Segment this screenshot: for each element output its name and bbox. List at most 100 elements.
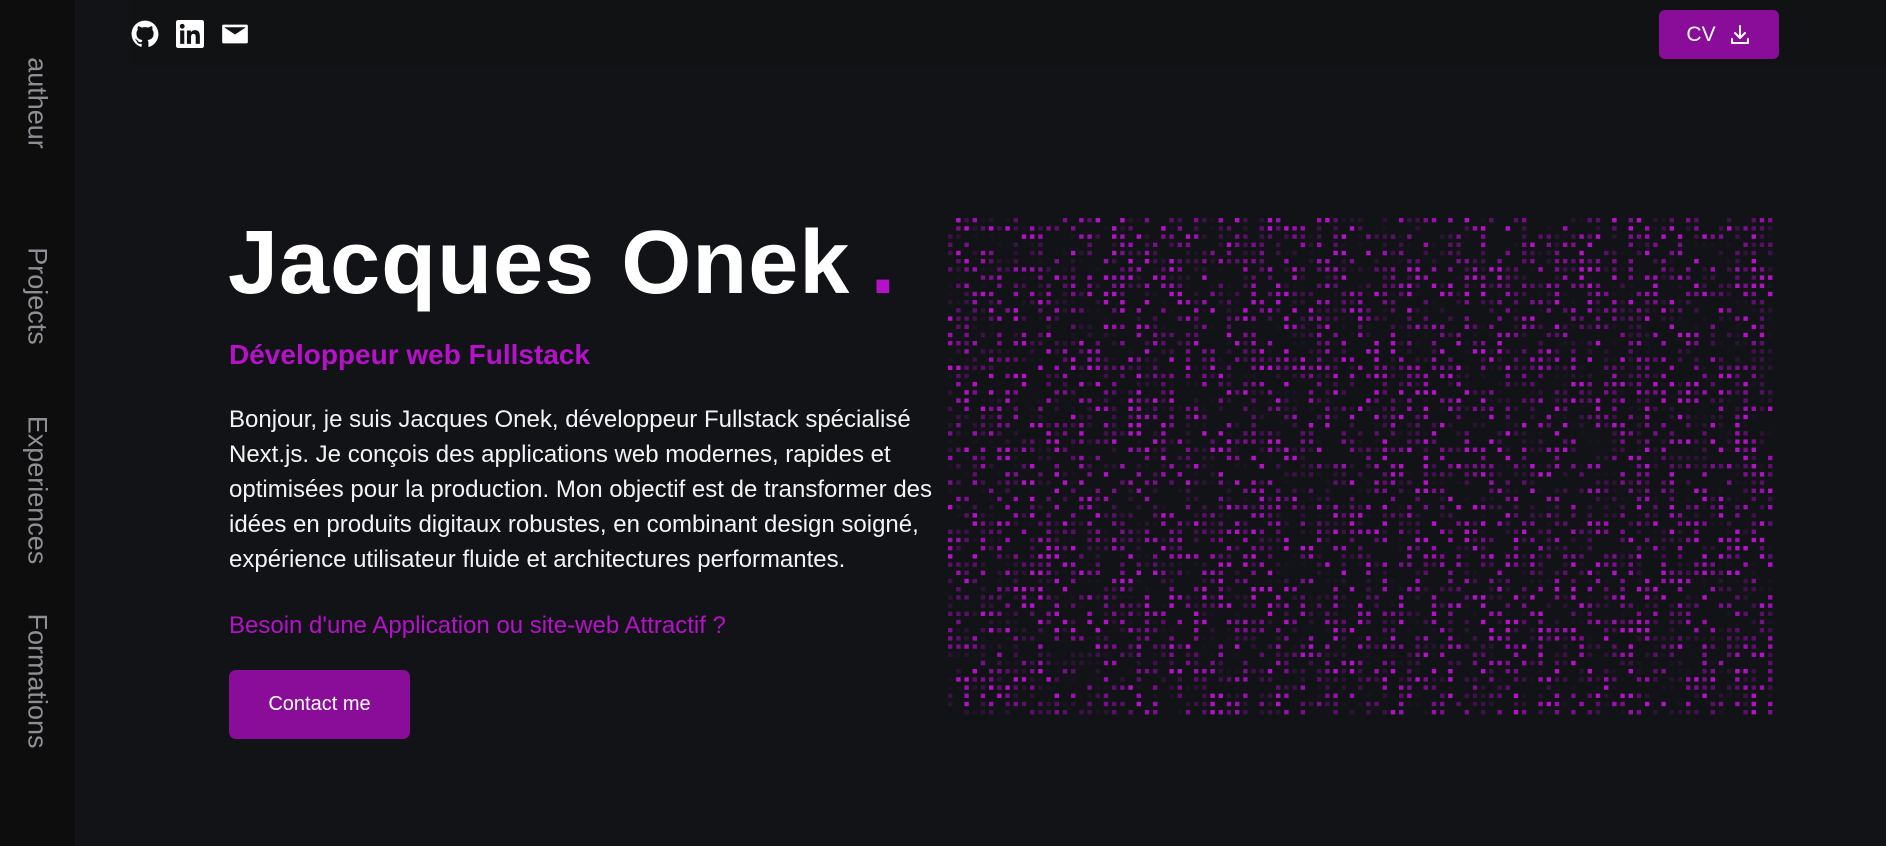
matrix-pixel	[1226, 562, 1232, 567]
sidebar-item-formations[interactable]: Formations	[22, 613, 53, 748]
matrix-pixel	[1046, 332, 1051, 338]
matrix-pixel	[1571, 242, 1576, 247]
linkedin-icon[interactable]	[175, 19, 205, 49]
matrix-pixel	[1431, 341, 1437, 346]
cta-link[interactable]: Besoin d'une Application ou site-web Att…	[229, 612, 726, 640]
matrix-pixel	[989, 218, 994, 223]
matrix-pixel	[1563, 267, 1568, 272]
matrix-pixel	[1161, 300, 1166, 305]
matrix-pixel	[1374, 349, 1379, 354]
matrix-pixel	[1620, 619, 1625, 625]
matrix-pixel	[1415, 308, 1420, 313]
matrix-pixel	[1579, 619, 1584, 625]
matrix-pixel	[1579, 636, 1584, 641]
matrix-pixel	[1292, 390, 1297, 395]
mail-icon[interactable]	[220, 19, 250, 49]
matrix-pixel	[1620, 250, 1625, 256]
cv-download-button[interactable]: CV	[1659, 10, 1779, 59]
matrix-pixel	[1185, 488, 1191, 493]
matrix-pixel	[1202, 710, 1207, 715]
matrix-pixel	[1259, 562, 1264, 567]
matrix-pixel	[1694, 291, 1699, 297]
matrix-pixel	[1276, 521, 1281, 526]
matrix-pixel	[1235, 595, 1240, 600]
matrix-pixel	[1595, 529, 1601, 534]
matrix-pixel	[1743, 464, 1748, 469]
matrix-pixel	[1136, 660, 1141, 666]
matrix-pixel	[1636, 611, 1642, 616]
matrix-pixel	[1464, 578, 1469, 584]
matrix-pixel	[1546, 234, 1551, 239]
matrix-pixel	[1415, 218, 1420, 223]
matrix-pixel	[964, 242, 969, 247]
matrix-pixel	[1604, 365, 1609, 370]
matrix-pixel	[1366, 332, 1371, 338]
matrix-pixel	[1481, 447, 1486, 452]
matrix-pixel	[1513, 677, 1519, 682]
matrix-pixel	[1571, 595, 1576, 600]
sidebar-item-autheur[interactable]: autheur	[22, 57, 53, 149]
matrix-pixel	[1308, 603, 1314, 608]
matrix-pixel	[1620, 513, 1625, 518]
contact-button[interactable]: Contact me	[229, 670, 410, 739]
matrix-pixel	[1382, 373, 1387, 379]
matrix-pixel	[1472, 406, 1478, 411]
matrix-pixel	[1456, 480, 1461, 485]
matrix-pixel	[948, 267, 953, 272]
matrix-pixel	[989, 275, 994, 280]
matrix-pixel	[972, 291, 977, 297]
matrix-pixel	[989, 619, 994, 625]
matrix-pixel	[1456, 505, 1461, 510]
matrix-pixel	[1751, 414, 1756, 420]
matrix-pixel	[1267, 496, 1273, 502]
matrix-pixel	[1759, 349, 1765, 354]
matrix-pixel	[1153, 505, 1158, 510]
matrix-pixel	[964, 365, 969, 370]
matrix-pixel	[1071, 472, 1076, 477]
matrix-pixel	[1243, 349, 1248, 354]
matrix-pixel	[1333, 693, 1338, 698]
github-icon[interactable]	[130, 19, 160, 49]
matrix-pixel	[1202, 259, 1207, 264]
matrix-pixel	[1686, 341, 1691, 346]
matrix-pixel	[1013, 259, 1018, 264]
matrix-pixel	[1054, 316, 1059, 321]
matrix-pixel	[1103, 685, 1109, 690]
matrix-pixel	[1308, 554, 1314, 559]
matrix-pixel	[1071, 234, 1076, 239]
matrix-pixel	[989, 669, 994, 674]
matrix-pixel	[1333, 587, 1338, 592]
matrix-pixel	[1243, 529, 1248, 534]
matrix-pixel	[1005, 398, 1010, 403]
sidebar-item-experiences[interactable]: Experiences	[22, 416, 53, 565]
matrix-pixel	[1538, 669, 1543, 674]
matrix-pixel	[1251, 546, 1256, 551]
matrix-pixel	[1530, 398, 1535, 403]
matrix-pixel	[1210, 636, 1215, 641]
matrix-pixel	[1587, 529, 1592, 534]
matrix-pixel	[1144, 259, 1150, 264]
matrix-pixel	[1341, 701, 1346, 707]
matrix-pixel	[997, 529, 1002, 534]
matrix-pixel	[948, 464, 953, 469]
matrix-pixel	[1735, 275, 1740, 280]
matrix-pixel	[1366, 455, 1371, 461]
matrix-pixel	[1153, 701, 1158, 707]
matrix-pixel	[1177, 488, 1182, 493]
matrix-pixel	[1472, 660, 1478, 666]
matrix-pixel	[1530, 521, 1535, 526]
matrix-pixel	[1210, 628, 1215, 633]
matrix-pixel	[1489, 660, 1494, 666]
sidebar-item-projects[interactable]: Projects	[22, 247, 53, 345]
matrix-pixel	[1751, 447, 1756, 452]
matrix-pixel	[1038, 628, 1043, 633]
matrix-pixel	[1735, 226, 1740, 231]
matrix-pixel	[989, 677, 994, 682]
matrix-pixel	[1554, 628, 1560, 633]
matrix-pixel	[964, 390, 969, 395]
matrix-pixel	[964, 316, 969, 321]
matrix-pixel	[1267, 291, 1273, 297]
matrix-pixel	[1103, 275, 1109, 280]
matrix-pixel	[1210, 595, 1215, 600]
matrix-pixel	[1218, 570, 1223, 575]
